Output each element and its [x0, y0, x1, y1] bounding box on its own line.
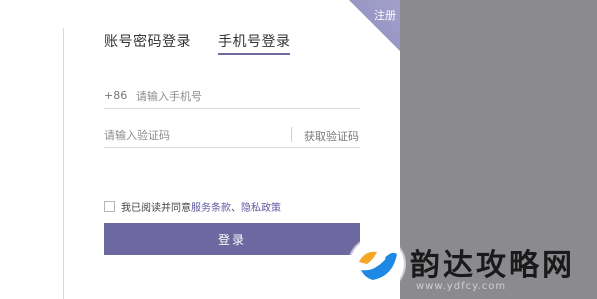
watermark-logo-icon — [350, 238, 404, 290]
tab-password-login[interactable]: 账号密码登录 — [104, 31, 191, 51]
code-separator — [291, 127, 292, 142]
verification-code-input[interactable] — [104, 124, 284, 146]
agreement-separator: 、 — [231, 202, 241, 214]
agreement-text: 我已阅读并同意 — [121, 202, 191, 214]
watermark: 韵达攻略网 www.ydfcy.com — [350, 238, 596, 298]
agree-checkbox[interactable] — [104, 200, 115, 212]
country-code: +86 — [104, 89, 128, 102]
phone-field: +86 — [104, 83, 360, 109]
code-field: 获取验证码 — [104, 122, 360, 148]
terms-link[interactable]: 服务条款 — [191, 199, 231, 214]
agreement-row: 我已阅读并同意 服务条款 、 隐私政策 — [104, 199, 281, 214]
phone-underline — [104, 108, 360, 109]
active-tab-indicator — [218, 53, 290, 55]
get-code-button[interactable]: 获取验证码 — [304, 128, 359, 144]
code-underline — [104, 147, 360, 148]
register-corner[interactable]: 注册 — [349, 0, 400, 51]
register-label: 注册 — [374, 9, 396, 22]
left-divider — [63, 28, 64, 299]
privacy-link[interactable]: 隐私政策 — [241, 199, 281, 214]
login-button[interactable]: 登录 — [104, 223, 360, 255]
watermark-title: 韵达攻略网 — [410, 248, 575, 283]
tab-phone-login[interactable]: 手机号登录 — [218, 31, 291, 51]
phone-input[interactable] — [136, 85, 358, 107]
watermark-url: www.ydfcy.com — [416, 281, 507, 292]
